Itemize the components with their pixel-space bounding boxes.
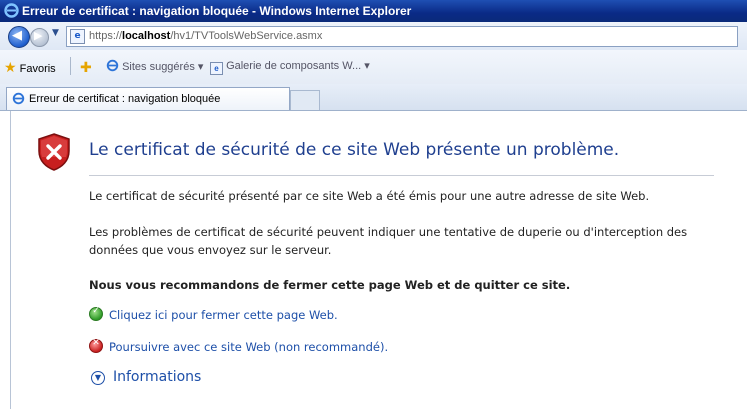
- window-title: Erreur de certificat : navigation bloqué…: [22, 4, 412, 18]
- history-dropdown-icon[interactable]: ▼: [52, 28, 59, 38]
- internet-explorer-icon: [4, 3, 19, 21]
- internet-explorer-icon: [12, 92, 25, 108]
- shield-error-icon: [37, 133, 71, 175]
- tab-certificate-error[interactable]: Erreur de certificat : navigation bloqué…: [6, 87, 290, 110]
- web-slice-gallery-link[interactable]: e Galerie de composants W... ▾: [210, 59, 370, 75]
- favorites-bar: ★ Favoris ✚ Sites suggérés ▾ e Galerie d…: [0, 50, 747, 85]
- favorites-button[interactable]: ★ Favoris: [4, 59, 56, 76]
- new-tab-button[interactable]: [290, 90, 320, 110]
- url-text: https://localhost/hv1/TVToolsWebService.…: [89, 30, 323, 42]
- recommendation-text: Nous vous recommandons de fermer cette p…: [89, 278, 571, 292]
- add-to-favorites-bar-button[interactable]: ✚: [80, 59, 92, 76]
- red-x-icon: ✕: [89, 338, 103, 353]
- page-heading: Le certificat de sécurité de ce site Web…: [89, 140, 620, 160]
- forward-button[interactable]: ▶: [30, 28, 49, 47]
- ie-icon: [106, 59, 119, 72]
- add-favorite-icon: ✚: [80, 59, 92, 75]
- back-arrow-icon: ◀: [12, 28, 22, 43]
- divider: [89, 175, 714, 176]
- green-check-icon: ✓: [89, 306, 103, 321]
- certificate-error-page: Le certificat de sécurité de ce site Web…: [10, 111, 747, 409]
- expand-chevron-icon: ▼: [91, 371, 105, 385]
- address-input[interactable]: e https://localhost/hv1/TVToolsWebServic…: [66, 26, 738, 47]
- continue-to-site-link[interactable]: ✕ Poursuivre avec ce site Web (non recomm…: [89, 338, 388, 354]
- address-bar-row: ◀ ▶ ▼ e https://localhost/hv1/TVToolsWeb…: [0, 22, 747, 50]
- back-button[interactable]: ◀: [8, 26, 30, 48]
- forward-arrow-icon: ▶: [34, 29, 43, 42]
- page-icon: e: [70, 29, 85, 44]
- suggested-sites-link[interactable]: Sites suggérés ▾: [106, 59, 203, 73]
- star-icon: ★: [4, 59, 17, 75]
- page-icon: e: [210, 62, 223, 75]
- tab-row: Erreur de certificat : navigation bloqué…: [0, 84, 747, 111]
- info-paragraph-1: Le certificat de sécurité présenté par c…: [89, 189, 650, 203]
- close-page-link[interactable]: ✓ Cliquez ici pour fermer cette page Web.: [89, 306, 338, 322]
- more-information-link[interactable]: ▼ Informations: [91, 369, 201, 385]
- info-paragraph-2: Les problèmes de certificat de sécurité …: [89, 225, 688, 257]
- window-title-bar: Erreur de certificat : navigation bloqué…: [0, 0, 747, 22]
- separator: [70, 57, 71, 75]
